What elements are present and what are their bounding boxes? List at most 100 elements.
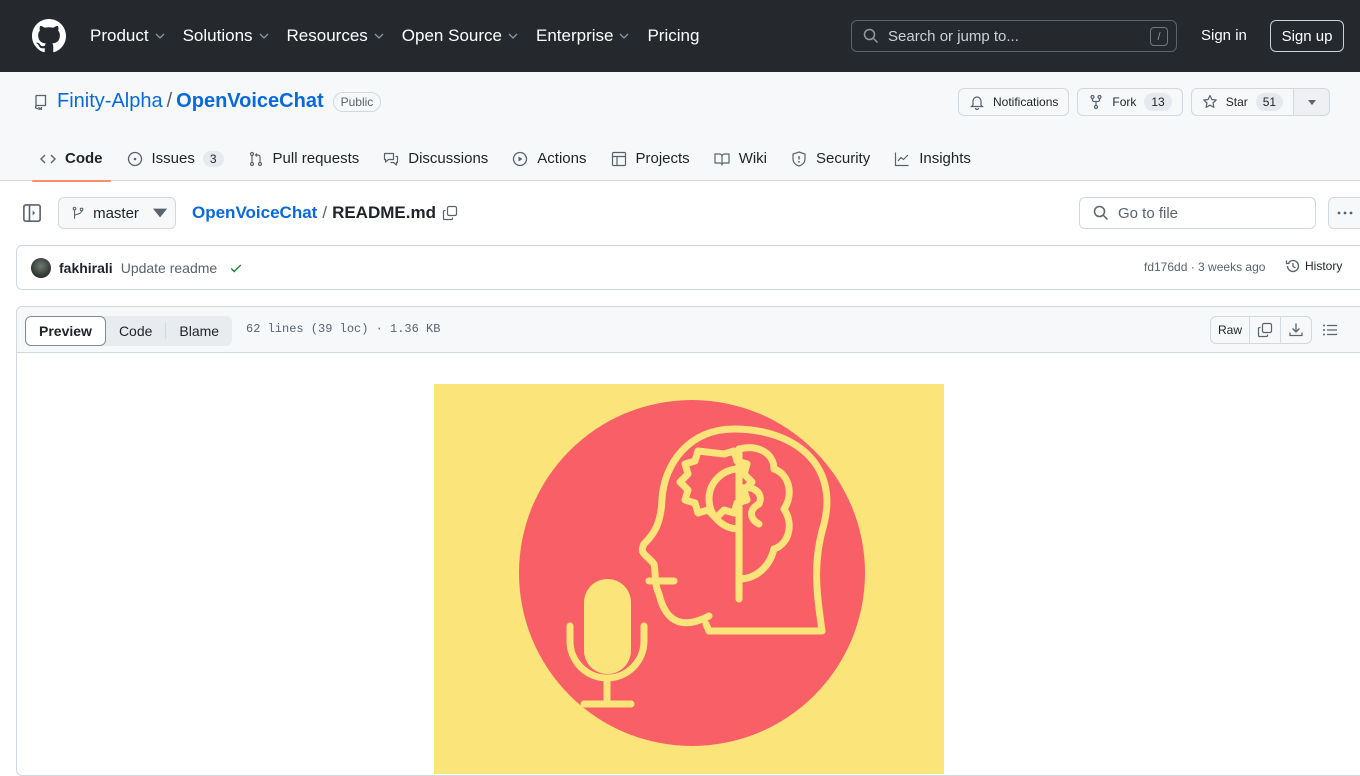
- shield-icon: [792, 150, 806, 167]
- branch-selector[interactable]: master: [58, 197, 176, 229]
- repo-header: Finity-Alpha / OpenVoiceChat Public Noti…: [0, 72, 1360, 182]
- nav-label: Resources: [286, 26, 368, 45]
- tab-insights[interactable]: Insights: [886, 136, 979, 181]
- search-icon: [863, 28, 879, 44]
- branch-name: master: [93, 204, 139, 222]
- visibility-badge: Public: [332, 91, 382, 112]
- search-icon: [1093, 205, 1109, 221]
- more-options-button[interactable]: [1328, 197, 1360, 229]
- file-actions: Raw: [1210, 316, 1313, 344]
- tab-code[interactable]: Code: [32, 136, 111, 182]
- chevron-down-icon: [259, 33, 268, 39]
- nav-enterprise[interactable]: Enterprise: [536, 26, 629, 46]
- file-viewer-header: Preview Code Blame 62 lines (39 loc) · 1…: [17, 307, 1360, 353]
- tab-wiki[interactable]: Wiki: [706, 136, 775, 181]
- star-group: Star 51: [1190, 88, 1331, 116]
- nav-label: Pricing: [647, 26, 700, 45]
- tab-discussions[interactable]: Discussions: [375, 136, 496, 181]
- file-navigation: master OpenVoiceChat / README.md Go to f…: [0, 181, 1360, 245]
- history-button[interactable]: History: [1285, 258, 1342, 274]
- star-dropdown-button[interactable]: [1294, 88, 1331, 116]
- pull-request-icon: [249, 151, 262, 166]
- copy-icon: [1257, 322, 1273, 338]
- repo-owner-link[interactable]: Finity-Alpha: [57, 90, 163, 113]
- notifications-label: Notifications: [993, 95, 1059, 109]
- branch-icon: [72, 206, 84, 219]
- tab-security[interactable]: Security: [783, 136, 878, 181]
- nav-pricing[interactable]: Pricing: [647, 26, 699, 46]
- history-label: History: [1305, 259, 1343, 273]
- code-icon: [40, 154, 56, 163]
- tab-pull-requests[interactable]: Pull requests: [240, 136, 368, 181]
- top-nav: Product Solutions Resources Open Source …: [90, 0, 717, 72]
- global-search-input[interactable]: Search or jump to... /: [851, 20, 1177, 52]
- repo-actions: Notifications Fork 13 Star 51: [958, 88, 1331, 116]
- nav-solutions[interactable]: Solutions: [183, 26, 269, 46]
- notifications-button[interactable]: Notifications: [958, 88, 1070, 116]
- tab-label: Actions: [537, 150, 587, 167]
- nav-product[interactable]: Product: [90, 26, 165, 46]
- fork-button[interactable]: Fork 13: [1077, 88, 1183, 116]
- go-to-file-placeholder: Go to file: [1118, 204, 1179, 222]
- tab-issues[interactable]: Issues 3: [119, 136, 232, 181]
- graph-icon: [895, 152, 909, 166]
- chevron-down-icon: [508, 33, 518, 39]
- issue-icon: [127, 151, 142, 166]
- download-button[interactable]: [1281, 317, 1311, 343]
- kebab-horizontal-icon: [1337, 211, 1353, 215]
- breadcrumb-file: README.md: [332, 203, 436, 222]
- chevron-down-icon: [155, 33, 165, 39]
- raw-button[interactable]: Raw: [1211, 317, 1251, 343]
- tab-label: Pull requests: [272, 150, 360, 167]
- download-icon: [1289, 323, 1303, 337]
- commit-meta[interactable]: fd176dd · 3 weeks ago: [1144, 260, 1265, 274]
- commit-author[interactable]: fakhirali: [59, 260, 113, 276]
- copy-raw-button[interactable]: [1250, 317, 1282, 343]
- repo-tabs: Code Issues 3 Pull requests Discussions …: [32, 136, 987, 182]
- file-viewer: Preview Code Blame 62 lines (39 loc) · 1…: [16, 306, 1360, 776]
- tab-projects[interactable]: Projects: [603, 136, 698, 181]
- search-shortcut-key: /: [1150, 27, 1168, 46]
- breadcrumb-repo-link[interactable]: OpenVoiceChat: [192, 203, 317, 223]
- preview-tab[interactable]: Preview: [25, 316, 106, 346]
- tab-label: Projects: [635, 150, 690, 167]
- bell-icon: [970, 96, 984, 110]
- nav-resources[interactable]: Resources: [287, 26, 384, 46]
- tab-label: Code: [65, 150, 103, 167]
- tab-label: Discussions: [408, 150, 489, 167]
- code-view-tab[interactable]: Code: [106, 316, 165, 346]
- sign-up-button[interactable]: Sign up: [1270, 20, 1344, 52]
- chevron-down-icon: [620, 33, 629, 39]
- file-info: 62 lines (39 loc) · 1.36 KB: [246, 322, 441, 336]
- commit-message[interactable]: Update readme: [121, 260, 218, 276]
- readme-logo-image: [434, 384, 944, 774]
- go-to-file-input[interactable]: Go to file: [1079, 197, 1316, 229]
- github-logo-icon[interactable]: [32, 19, 66, 53]
- avatar[interactable]: [31, 257, 51, 278]
- nav-label: Solutions: [182, 26, 253, 45]
- star-count: 51: [1255, 93, 1284, 111]
- history-icon: [1285, 259, 1300, 273]
- outline-list-icon[interactable]: [1322, 322, 1338, 338]
- tab-label: Wiki: [738, 150, 768, 167]
- tab-label: Security: [816, 150, 871, 167]
- repo-name-link[interactable]: OpenVoiceChat: [176, 90, 323, 113]
- sidebar-expand-icon[interactable]: [22, 203, 42, 223]
- fork-icon: [1090, 94, 1102, 110]
- star-button[interactable]: Star 51: [1190, 88, 1295, 116]
- check-icon[interactable]: [229, 261, 243, 275]
- table-icon: [611, 151, 626, 166]
- discussions-icon: [384, 152, 399, 166]
- latest-commit: fakhirali Update readme fd176dd · 3 week…: [16, 245, 1360, 290]
- fork-label: Fork: [1112, 95, 1137, 109]
- blame-tab[interactable]: Blame: [166, 316, 232, 346]
- breadcrumb: OpenVoiceChat / README.md: [192, 203, 458, 223]
- sign-in-link[interactable]: Sign in: [1201, 27, 1247, 44]
- play-icon: [513, 151, 528, 166]
- view-mode-switcher: Preview Code Blame: [25, 316, 233, 346]
- copy-path-icon[interactable]: [442, 205, 458, 221]
- nav-label: Enterprise: [535, 26, 614, 45]
- issues-count: 3: [202, 150, 224, 167]
- tab-actions[interactable]: Actions: [504, 136, 594, 181]
- nav-open-source[interactable]: Open Source: [402, 26, 518, 46]
